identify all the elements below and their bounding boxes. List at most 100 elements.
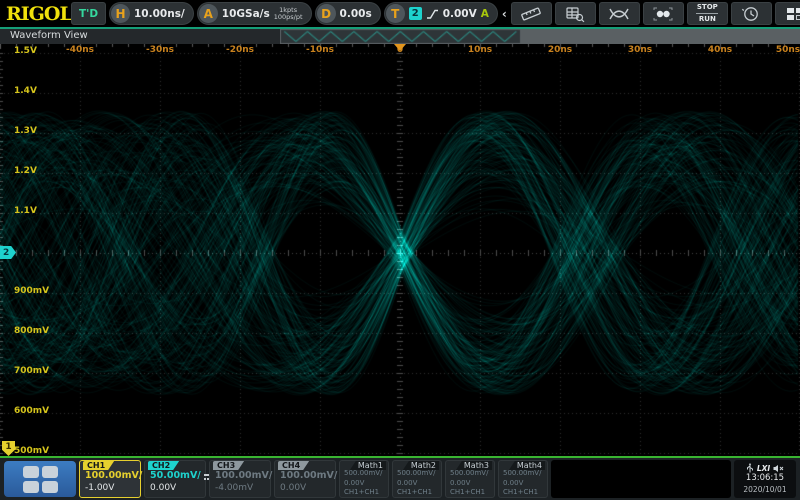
math2-expression: CH1+CH1 [397, 488, 439, 498]
trigger-badge: T [386, 4, 405, 23]
ch2-scale: 50.00mV/ [150, 470, 201, 482]
function-navigation-button[interactable] [4, 461, 76, 497]
voltage-axis-label: 1.1V [14, 206, 37, 216]
lxi-logo: LXI [757, 463, 770, 474]
channel-block-ch4[interactable]: CH4 100.00mV/ 0.00V [274, 460, 336, 498]
time-axis-label: -40ns [66, 45, 94, 55]
waveform-view-tab[interactable]: Waveform View [0, 29, 280, 44]
trigger-control[interactable]: T 2 0.00V A [384, 2, 498, 25]
voltage-axis-label: 1.3V [14, 126, 37, 136]
ruler-icon [518, 5, 544, 23]
ch4-tab: CH4 [278, 461, 309, 470]
usb-icon [746, 463, 754, 473]
sub-bar: Waveform View [0, 29, 800, 44]
math1-scale: 500.00mV/ [344, 469, 386, 479]
delay-value: 0.00s [340, 8, 372, 20]
voltage-axis-label: 900mV [14, 286, 49, 296]
eye-diagram-button[interactable] [599, 2, 640, 25]
math4-scale: 500.00mV/ [503, 469, 545, 479]
math3-tab: Math3 [456, 461, 492, 470]
math-block-math4[interactable]: Math4 500.00mV/ 0.00V CH1+CH1 [498, 460, 548, 498]
waveform-display-area[interactable]: -40ns-30ns-20ns-10ns010ns20ns30ns40ns50n… [0, 44, 800, 456]
math1-expression: CH1+CH1 [344, 488, 386, 498]
sample-resolution-value: 100ps/pt [274, 14, 303, 21]
trigger-status-button[interactable]: T'D [71, 2, 106, 25]
math-block-math3[interactable]: Math3 500.00mV/ 0.00V CH1+CH1 [445, 460, 495, 498]
acquisition-control[interactable]: A 10GSa/s 1kpts 100ps/pt [197, 2, 312, 25]
rigol-logo: RIGOL [6, 3, 68, 25]
time-axis-label: 40ns [708, 45, 732, 55]
speaker-muted-icon [773, 464, 784, 473]
stop-run-divider [696, 13, 718, 14]
eye-mask-button[interactable] [643, 2, 684, 25]
ch3-scale: 100.00mV/ [215, 470, 272, 482]
timebase-overview-canvas [280, 29, 800, 44]
ch3-offset: -4.00mV [215, 482, 267, 495]
math-block-math2[interactable]: Math2 500.00mV/ 0.00V CH1+CH1 [392, 460, 442, 498]
math3-scale: 500.00mV/ [450, 469, 492, 479]
voltage-axis-label: 1.2V [14, 166, 37, 176]
voltage-axis-label: 1.5V [14, 46, 37, 56]
clock-date: 2020/10/01 [743, 484, 786, 495]
horizontal-delay-control[interactable]: D 0.00s [315, 2, 381, 25]
trigger-status-label: T'D [79, 8, 98, 20]
time-axis-label: 30ns [628, 45, 652, 55]
message-area [551, 460, 731, 498]
delay-badge: D [317, 4, 336, 23]
toolbar-scroll-left-icon[interactable]: ‹ [501, 7, 508, 21]
voltage-axis-label: 800mV [14, 326, 49, 336]
stop-run-button[interactable]: STOP RUN [687, 2, 728, 25]
windows-layout-icon [782, 5, 800, 23]
math4-expression: CH1+CH1 [503, 488, 545, 498]
status-block[interactable]: LXI 13:06:15 2020/10/01 [734, 460, 796, 498]
horizontal-scale-value: 10.00ns/ [134, 8, 185, 20]
search-grid-icon [562, 5, 588, 23]
sample-rate-value: 10GSa/s [222, 8, 270, 20]
ch4-scale: 100.00mV/ [280, 470, 337, 482]
ch1-offset: -1.00V [85, 482, 137, 495]
status-icons: LXI [746, 463, 784, 473]
math4-tab: Math4 [509, 461, 545, 470]
math3-expression: CH1+CH1 [450, 488, 492, 498]
time-axis-label: 50ns [776, 45, 800, 55]
channel-block-ch1[interactable]: CH1 100.00mV/ Ω -1.00V [79, 460, 141, 498]
math4-offset: 0.00V [503, 479, 545, 489]
windows-layout-button[interactable] [775, 2, 800, 25]
ch1-tab: CH1 [83, 461, 114, 470]
horizontal-scale-control[interactable]: H 10.00ns/ [109, 2, 194, 25]
nav-square-icon [23, 466, 39, 478]
timebase-overview-strip[interactable] [280, 29, 800, 44]
memory-depth-stack: 1kpts 100ps/pt [274, 7, 303, 21]
channel-block-ch3[interactable]: CH3 100.00mV/ -4.00mV [209, 460, 271, 498]
rising-edge-icon [426, 8, 439, 20]
ch1-scale: 100.00mV/ [85, 470, 142, 482]
nav-square-icon [23, 481, 39, 493]
search-button[interactable] [555, 2, 596, 25]
trigger-source-badge: 2 [409, 7, 422, 20]
math1-offset: 0.00V [344, 479, 386, 489]
acquisition-badge: A [199, 4, 218, 23]
channel-block-ch2[interactable]: CH2 50.00mV/ Ω 0.00V [144, 460, 206, 498]
time-axis-label: -10ns [306, 45, 334, 55]
stop-label: STOP [697, 3, 718, 12]
time-axis-label: -30ns [146, 45, 174, 55]
nav-square-icon [42, 481, 58, 493]
eye-diagram-icon [606, 5, 632, 23]
measure-button[interactable] [511, 2, 552, 25]
ch3-tab: CH3 [213, 461, 244, 470]
eye-mask-icon [650, 5, 676, 23]
waveform-canvas [0, 44, 800, 456]
run-label: RUN [699, 15, 716, 24]
voltage-axis-label: 1.4V [14, 86, 37, 96]
oscilloscope-app: RIGOL T'D H 10.00ns/ A 10GSa/s 1kpts 100… [0, 0, 800, 500]
history-button[interactable] [731, 2, 772, 25]
math1-tab: Math1 [350, 461, 386, 470]
voltage-axis-label: 700mV [14, 366, 49, 376]
math2-scale: 500.00mV/ [397, 469, 439, 479]
math-block-math1[interactable]: Math1 500.00mV/ 0.00V CH1+CH1 [339, 460, 389, 498]
ch2-offset: 0.00V [150, 482, 202, 495]
math2-offset: 0.00V [397, 479, 439, 489]
voltage-axis-label: 600mV [14, 406, 49, 416]
trigger-mode-label: A [481, 8, 489, 20]
top-bar: RIGOL T'D H 10.00ns/ A 10GSa/s 1kpts 100… [0, 0, 800, 27]
